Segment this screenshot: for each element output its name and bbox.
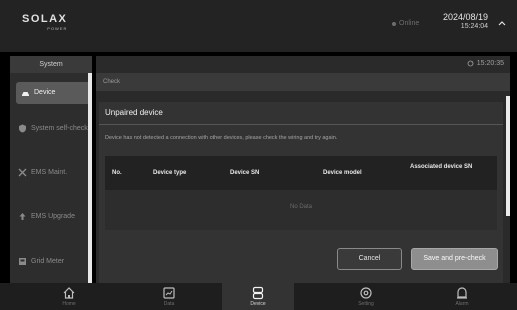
tab-device[interactable]: Device (222, 283, 294, 310)
column-header: No. (112, 170, 122, 176)
shield-check-icon (19, 124, 26, 133)
tab-label: Home (62, 301, 76, 307)
sidebar: System Device System self-check EMS Main… (10, 56, 92, 284)
status-dot-icon (392, 21, 396, 26)
timestamp-text: 15:20:35 (476, 60, 504, 67)
table-body: No Data (105, 190, 497, 230)
sidebar-scrollbar[interactable] (88, 73, 92, 284)
solax-logo: SOLAX POWER (22, 13, 68, 32)
sidebar-item-label: System self-check (31, 124, 88, 132)
breadcrumb: Check (96, 73, 510, 91)
datetime: 2024/08/19 15:24:04 (443, 12, 488, 32)
tab-label: Device (250, 301, 266, 307)
device-stack-icon (252, 286, 264, 300)
meter-icon (19, 258, 26, 265)
gear-icon (360, 287, 372, 299)
tab-setting[interactable]: Setting (330, 283, 402, 310)
column-header: Device model (323, 170, 362, 176)
refresh-icon (467, 60, 474, 67)
logo-main: SOLAX (22, 13, 68, 25)
sidebar-item-device[interactable]: Device (16, 82, 91, 104)
sidebar-item-label: EMS Upgrade (31, 212, 75, 220)
divider (99, 124, 503, 125)
tools-icon (18, 168, 27, 177)
bottom-tab-bar: Home Data Device Setting Alarm (0, 283, 517, 310)
column-header: Device type (153, 170, 187, 176)
column-header: Device SN (230, 170, 260, 176)
tab-data[interactable]: Data (133, 283, 205, 310)
panel-message: Device has not detected a connection wit… (105, 135, 338, 141)
chevron-up-icon[interactable] (498, 19, 506, 27)
device-icon (22, 91, 29, 96)
column-header: Associated device SN (410, 164, 473, 170)
panel-title: Unpaired device (105, 108, 163, 117)
top-bar: SOLAX POWER Online 2024/08/19 15:24:04 (0, 0, 517, 52)
sidebar-item-label: Grid Meter (31, 257, 65, 265)
tab-label: Setting (358, 301, 374, 307)
save-and-precheck-button[interactable]: Save and pre-check (411, 248, 498, 270)
date-text: 2024/08/19 (443, 12, 489, 22)
tab-label: Data (163, 301, 175, 307)
tab-alarm[interactable]: Alarm (426, 283, 498, 310)
status-text: Online (399, 20, 420, 27)
refresh-timestamp[interactable]: 15:20:35 (467, 60, 504, 67)
connection-status: Online (392, 20, 419, 27)
sidebar-item-ems-maint[interactable]: EMS Maint. (18, 168, 88, 177)
no-data-text: No Data (289, 204, 312, 210)
logo-sub: POWER (47, 26, 68, 31)
sidebar-item-grid-meter[interactable]: Grid Meter (18, 257, 88, 266)
alarm-icon (457, 287, 467, 299)
cancel-button[interactable]: Cancel (337, 248, 402, 270)
tab-home[interactable]: Home (33, 283, 105, 310)
upgrade-icon (19, 213, 26, 220)
sidebar-item-label: EMS Maint. (31, 168, 68, 176)
chart-icon (163, 287, 175, 299)
tab-label: Alarm (455, 301, 469, 307)
table-header: No. Device type Device SN Device model A… (105, 156, 497, 190)
sidebar-item-label: Device (34, 89, 56, 96)
main-content: 15:20:35 Check Unpaired device Device ha… (96, 56, 510, 284)
sidebar-item-self-check[interactable]: System self-check (18, 124, 88, 133)
content-scrollbar[interactable] (506, 96, 510, 216)
time-text: 15:24:04 (460, 23, 489, 30)
sidebar-title: System (10, 56, 92, 73)
home-icon (63, 287, 75, 299)
unpaired-device-panel: Unpaired device Device has not detected … (99, 102, 503, 284)
sidebar-item-ems-upgrade[interactable]: EMS Upgrade (18, 212, 88, 221)
